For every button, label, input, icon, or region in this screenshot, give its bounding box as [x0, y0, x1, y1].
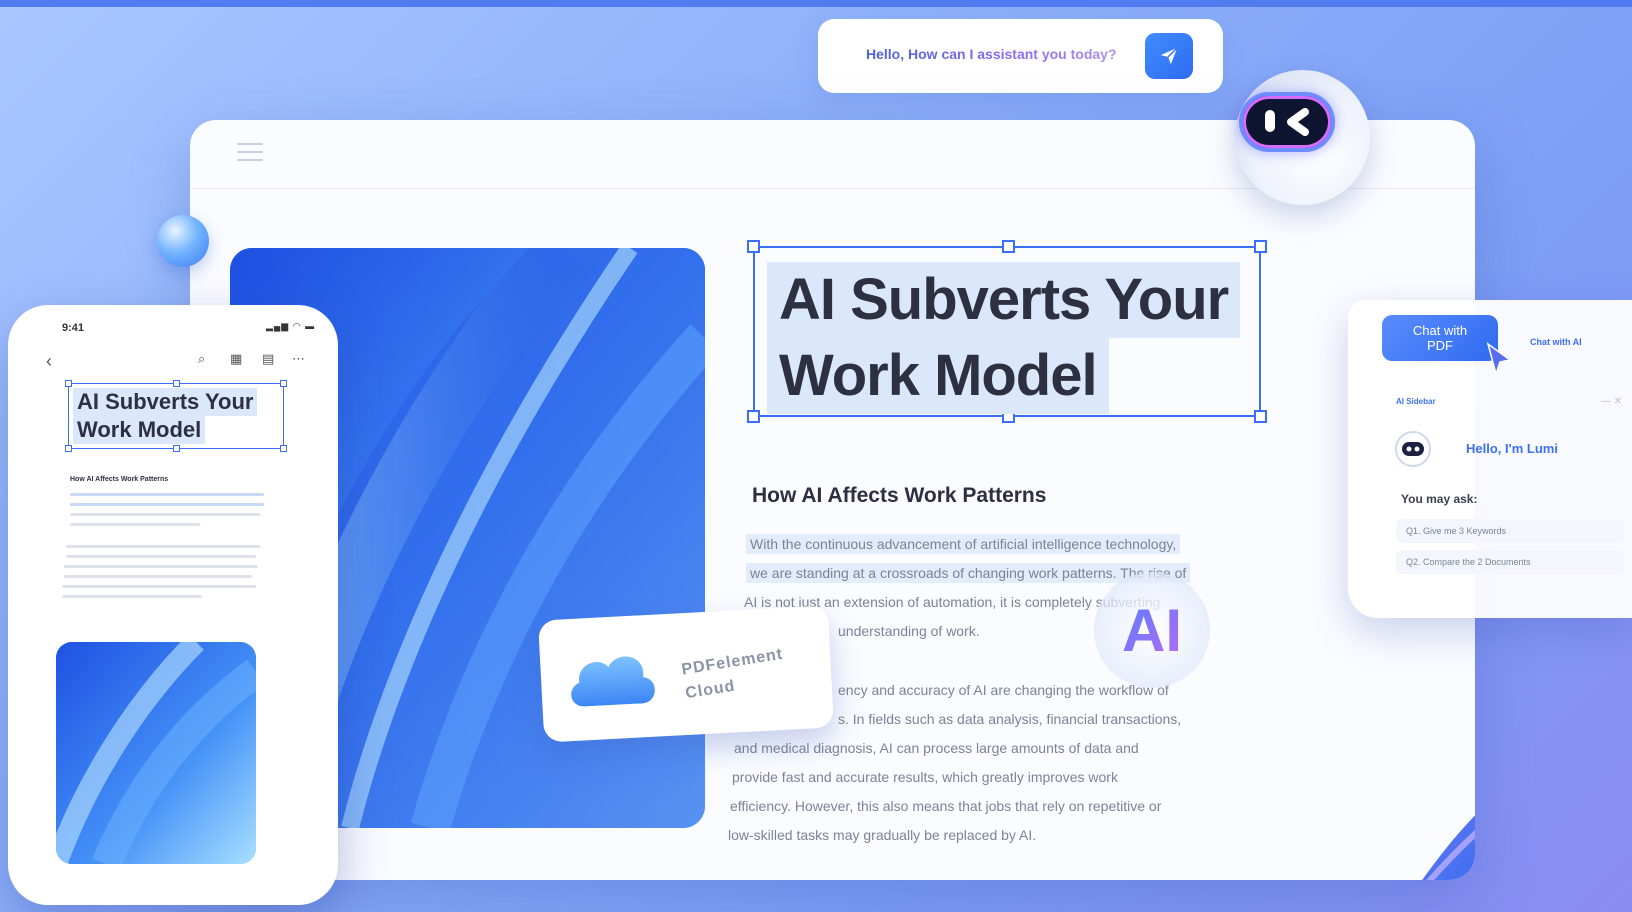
- ai-chat-prompt-bubble[interactable]: Hello, How can I assistant you today?: [818, 19, 1223, 93]
- cloud-card-label: PDFelement Cloud: [680, 643, 789, 706]
- ai-badge: AI: [1094, 572, 1210, 688]
- text-line: [66, 545, 260, 548]
- phone-mockup: 9:41 ▂▄▆ ◠ ▬ ‹ ⌕ ▦ ▤ ⋯ AI Subverts Your …: [8, 305, 338, 905]
- tab-chat-with-ai[interactable]: Chat with AI: [1530, 337, 1582, 347]
- section-heading: How AI Affects Work Patterns: [752, 484, 1047, 507]
- search-icon[interactable]: ⌕: [198, 351, 205, 367]
- you-may-ask-label: You may ask:: [1401, 492, 1478, 506]
- paragraph-line: With the continuous advancement of artif…: [746, 534, 1181, 554]
- paragraph-line: low-skilled tasks may gradually be repla…: [728, 827, 1037, 843]
- phone-status-icons: ▂▄▆ ◠ ▬: [266, 321, 316, 331]
- page-icon[interactable]: ▤: [262, 351, 274, 367]
- text-line: [70, 523, 200, 526]
- phone-title-line-1: AI Subverts Your: [73, 388, 258, 416]
- text-line: [70, 513, 260, 516]
- grid-icon[interactable]: ▦: [230, 351, 242, 367]
- robot-mascot: [1235, 70, 1370, 205]
- ai-sidebar-label: AI Sidebar: [1396, 397, 1436, 406]
- document-title-line-1: AI Subverts Your: [767, 262, 1241, 338]
- lumi-greeting: Hello, I'm Lumi: [1466, 441, 1558, 456]
- resize-handle[interactable]: [1254, 240, 1267, 253]
- phone-title-line-2: Work Model: [73, 416, 206, 444]
- text-line: [62, 585, 256, 588]
- resize-handle[interactable]: [1002, 240, 1015, 253]
- paragraph-line: efficiency. However, this also means tha…: [730, 798, 1162, 814]
- paragraph-line: provide fast and accurate results, which…: [732, 769, 1118, 785]
- resize-handle[interactable]: [1254, 410, 1267, 423]
- tab-chat-with-pdf[interactable]: Chat with PDF: [1382, 315, 1498, 361]
- text-line: [64, 565, 258, 568]
- document-title-line-2: Work Model: [767, 338, 1109, 414]
- text-line: [62, 595, 202, 598]
- panel-window-controls[interactable]: — ✕: [1601, 396, 1622, 407]
- suggested-question[interactable]: Q1. Give me 3 Keywords: [1396, 519, 1624, 543]
- text-line: [66, 555, 256, 558]
- page-curl-decoration: [1422, 815, 1475, 880]
- top-strip: [0, 0, 1632, 7]
- phone-section-heading: How AI Affects Work Patterns: [70, 476, 169, 483]
- robot-face-icon: [1402, 442, 1424, 456]
- paragraph-line: ency and accuracy of AI are changing the…: [838, 682, 1169, 698]
- phone-wallpaper-image: [56, 642, 256, 864]
- send-button[interactable]: [1145, 33, 1193, 79]
- tab-chat-with-pdf-line-1: Chat with: [1412, 323, 1468, 338]
- pdfelement-cloud-card[interactable]: PDFelement Cloud: [538, 605, 834, 743]
- tab-chat-with-pdf-line-2: PDF: [1427, 338, 1453, 353]
- back-chevron-icon[interactable]: ‹: [46, 351, 52, 372]
- cloud-icon: [571, 656, 655, 707]
- resize-handle[interactable]: [747, 410, 760, 423]
- paragraph-line: understanding of work.: [838, 623, 980, 639]
- hamburger-menu-icon[interactable]: [237, 143, 263, 165]
- chat-prompt-text: Hello, How can I assistant you today?: [866, 46, 1117, 62]
- resize-handle[interactable]: [747, 240, 760, 253]
- more-icon[interactable]: ⋯: [292, 351, 305, 367]
- paragraph-line: s. In fields such as data analysis, fina…: [838, 711, 1182, 727]
- ai-chat-side-panel: Chat with PDF Chat with AI AI Sidebar — …: [1348, 300, 1632, 618]
- lumi-avatar: [1395, 431, 1431, 467]
- phone-title-selection-box[interactable]: AI Subverts Your Work Model: [65, 380, 287, 452]
- text-line: [64, 575, 252, 578]
- text-line: [70, 493, 264, 496]
- text-line: [70, 503, 264, 506]
- phone-status-time: 9:41: [62, 322, 85, 334]
- floating-orb: [157, 215, 209, 267]
- suggested-question[interactable]: Q2. Compare the 2 Documents: [1396, 550, 1624, 574]
- cursor-pointer-icon: [1486, 342, 1512, 376]
- ai-badge-text: AI: [1122, 596, 1182, 664]
- paper-plane-icon: [1160, 47, 1178, 65]
- title-selection-box[interactable]: AI Subverts Your Work Model: [747, 240, 1267, 423]
- robot-visor: [1239, 92, 1335, 152]
- paragraph-line: and medical diagnosis, AI can process la…: [734, 740, 1139, 756]
